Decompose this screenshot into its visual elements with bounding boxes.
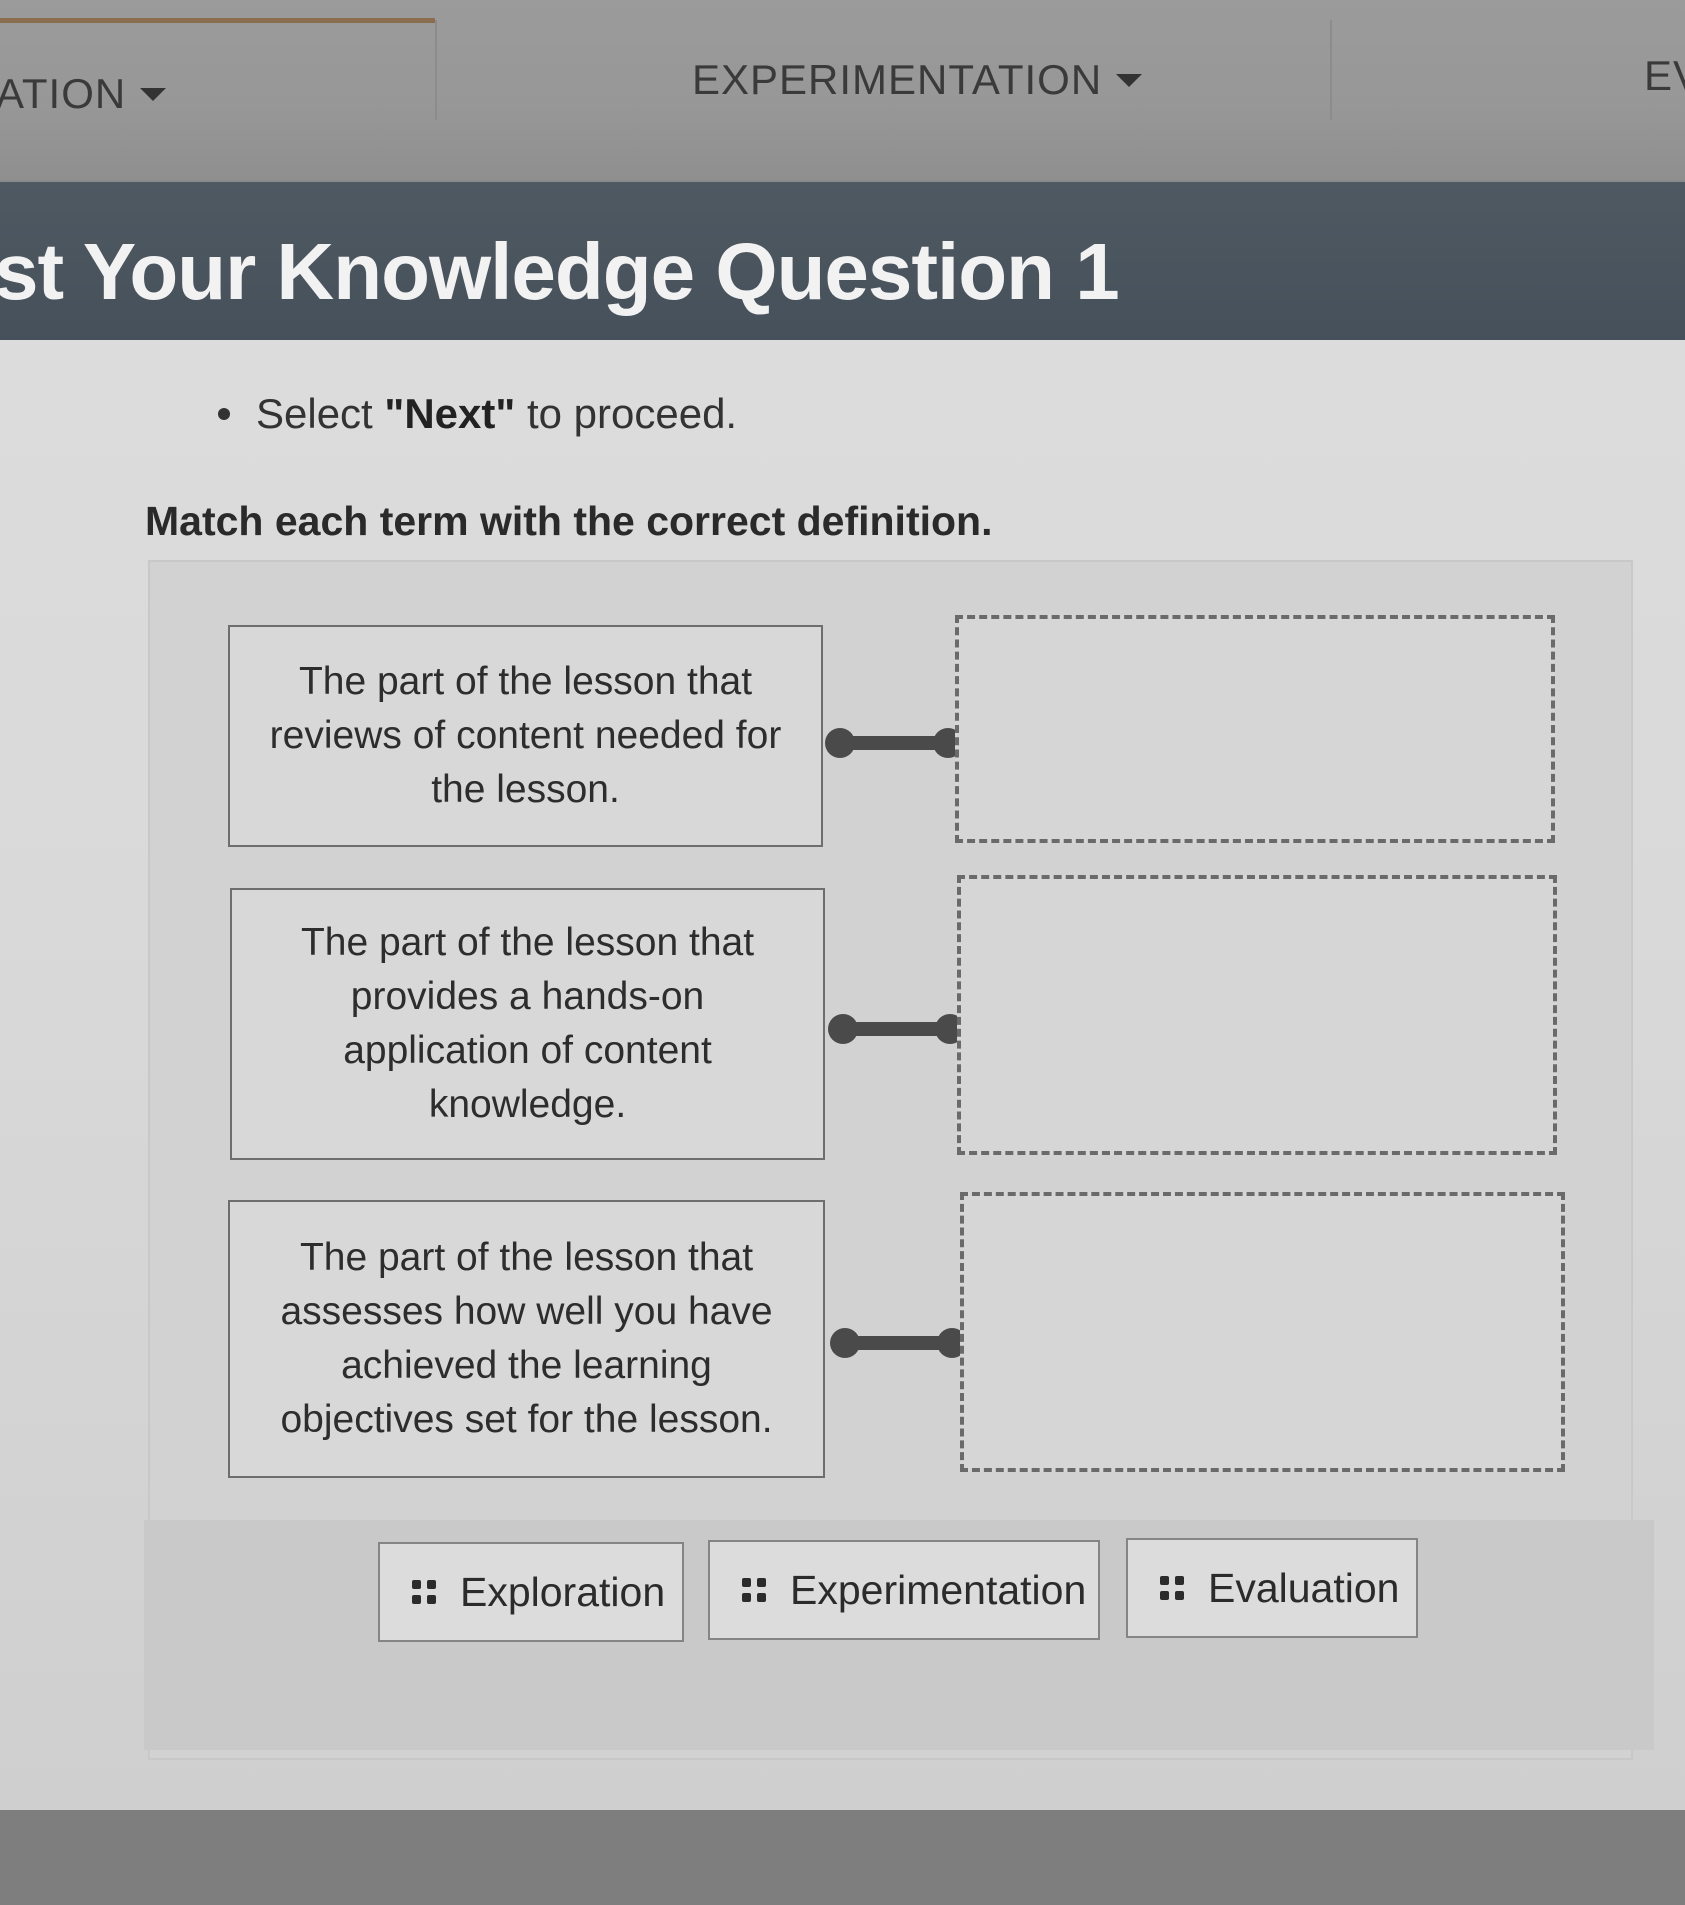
question-prompt: Match each term with the correct definit… [145,498,993,544]
nav-menu-evaluation[interactable]: EV [1644,52,1685,100]
drag-handle-icon [1160,1576,1184,1600]
term-label: Experimentation [790,1566,1087,1613]
definition-card: The part of the lesson that reviews of c… [228,625,823,847]
bullet-icon [218,408,230,420]
page-footer-area [0,1810,1685,1905]
lesson-nav-bar: ATION EXPERIMENTATION EV [0,0,1685,180]
match-connector [825,728,963,758]
definition-text: The part of the lesson that reviews of c… [269,660,782,811]
definition-text: The part of the lesson that provides a h… [300,921,755,1126]
answer-tray: Exploration Experimentation Evaluation [144,1520,1654,1750]
nav-menu-exploration[interactable]: ATION [0,70,167,118]
term-label: Exploration [460,1568,666,1615]
definition-text: The part of the lesson that assesses how… [280,1236,773,1441]
term-tile-evaluation[interactable]: Evaluation [1126,1538,1418,1638]
nav-menu-label: ATION [0,70,127,117]
instruction-next-keyword: "Next" [384,390,516,437]
instruction-line: Select "Next" to proceed. [218,390,737,438]
lesson-page: ATION EXPERIMENTATION EV st Your Knowled… [0,0,1685,1905]
question-content: Select "Next" to proceed. Match each ter… [0,340,1685,1810]
drop-target[interactable] [960,1192,1565,1472]
active-tab-indicator [0,18,435,23]
nav-menu-experimentation[interactable]: EXPERIMENTATION [692,56,1143,104]
definition-card: The part of the lesson that assesses how… [228,1200,825,1478]
match-connector [830,1328,967,1358]
caret-down-icon [140,87,167,101]
instruction-text-post: to proceed. [515,390,738,437]
caret-down-icon [1116,73,1143,87]
nav-divider [1330,20,1332,120]
definition-card: The part of the lesson that provides a h… [230,888,825,1160]
drag-handle-icon [412,1580,436,1604]
drop-target[interactable] [957,875,1557,1155]
instruction-text-pre: Select [256,390,385,437]
question-banner: st Your Knowledge Question 1 [0,182,1685,347]
drag-handle-icon [742,1578,766,1602]
drop-target[interactable] [955,615,1555,843]
term-tile-exploration[interactable]: Exploration [378,1542,684,1642]
nav-menu-label: EXPERIMENTATION [692,56,1103,103]
match-connector [828,1014,965,1044]
page-title: st Your Knowledge Question 1 [0,227,1120,316]
nav-divider [435,20,437,120]
nav-menu-label: EV [1644,52,1685,99]
term-label: Evaluation [1208,1564,1400,1611]
term-tile-experimentation[interactable]: Experimentation [708,1540,1100,1640]
